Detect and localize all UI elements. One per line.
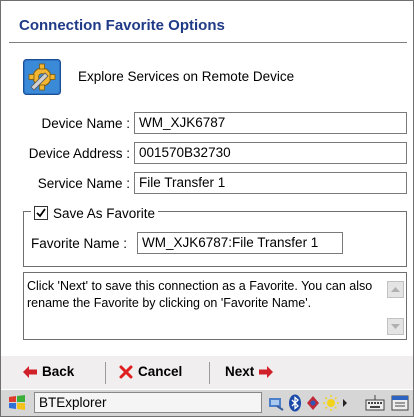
device-address-field[interactable]: 001570B32730 bbox=[134, 142, 407, 164]
bluetooth-icon[interactable] bbox=[288, 394, 302, 412]
back-button[interactable]: Back bbox=[23, 364, 74, 379]
dialog-window: Connection Favorite Options Explore Serv… bbox=[0, 0, 414, 417]
help-text: Click 'Next' to save this connection as … bbox=[27, 279, 373, 310]
command-separator bbox=[105, 362, 106, 384]
device-name-label: Device Name : bbox=[41, 116, 130, 131]
next-label: Next bbox=[225, 364, 255, 379]
back-arrow-icon bbox=[23, 365, 37, 378]
favorite-name-field[interactable]: WM_XJK6787:File Transfer 1 bbox=[137, 232, 343, 254]
cancel-label: Cancel bbox=[138, 364, 183, 379]
help-text-box: Click 'Next' to save this connection as … bbox=[23, 272, 407, 340]
save-favorite-label: Save As Favorite bbox=[53, 205, 156, 221]
scroll-down-icon bbox=[391, 324, 400, 329]
scroll-up-icon bbox=[391, 287, 400, 292]
network-icon[interactable] bbox=[305, 394, 321, 412]
next-button[interactable]: Next bbox=[225, 364, 274, 379]
active-app-label[interactable]: BTExplorer bbox=[34, 392, 262, 413]
device-name-field[interactable]: WM_XJK6787 bbox=[134, 112, 407, 134]
save-favorite-checkbox[interactable] bbox=[34, 206, 48, 220]
dialog-subtitle: Explore Services on Remote Device bbox=[78, 69, 295, 84]
device-address-label: Device Address : bbox=[28, 146, 130, 161]
taskbar: BTExplorer bbox=[1, 390, 413, 416]
menu-icon[interactable] bbox=[391, 394, 409, 412]
gear-wrench-icon bbox=[23, 59, 61, 95]
checkmark-icon bbox=[36, 208, 46, 218]
scroll-down-button[interactable] bbox=[387, 318, 404, 335]
cancel-x-icon bbox=[119, 365, 133, 378]
service-name-label: Service Name : bbox=[37, 176, 130, 191]
connectivity-icon[interactable] bbox=[267, 394, 285, 412]
service-name-field[interactable]: File Transfer 1 bbox=[134, 172, 407, 194]
dialog-title: Connection Favorite Options bbox=[19, 17, 225, 34]
brightness-icon[interactable] bbox=[323, 394, 339, 412]
favorite-name-label: Favorite Name : bbox=[31, 236, 128, 251]
scroll-up-button[interactable] bbox=[387, 281, 404, 298]
keyboard-icon[interactable] bbox=[365, 394, 385, 412]
back-label: Back bbox=[42, 364, 75, 379]
title-divider bbox=[9, 42, 407, 43]
cancel-button[interactable]: Cancel bbox=[119, 364, 182, 379]
command-separator bbox=[209, 362, 210, 384]
start-icon[interactable] bbox=[7, 394, 27, 412]
arrow-icon[interactable] bbox=[341, 394, 349, 412]
save-favorite-checkbox-row[interactable]: Save As Favorite bbox=[31, 204, 159, 222]
next-arrow-icon bbox=[259, 365, 274, 378]
